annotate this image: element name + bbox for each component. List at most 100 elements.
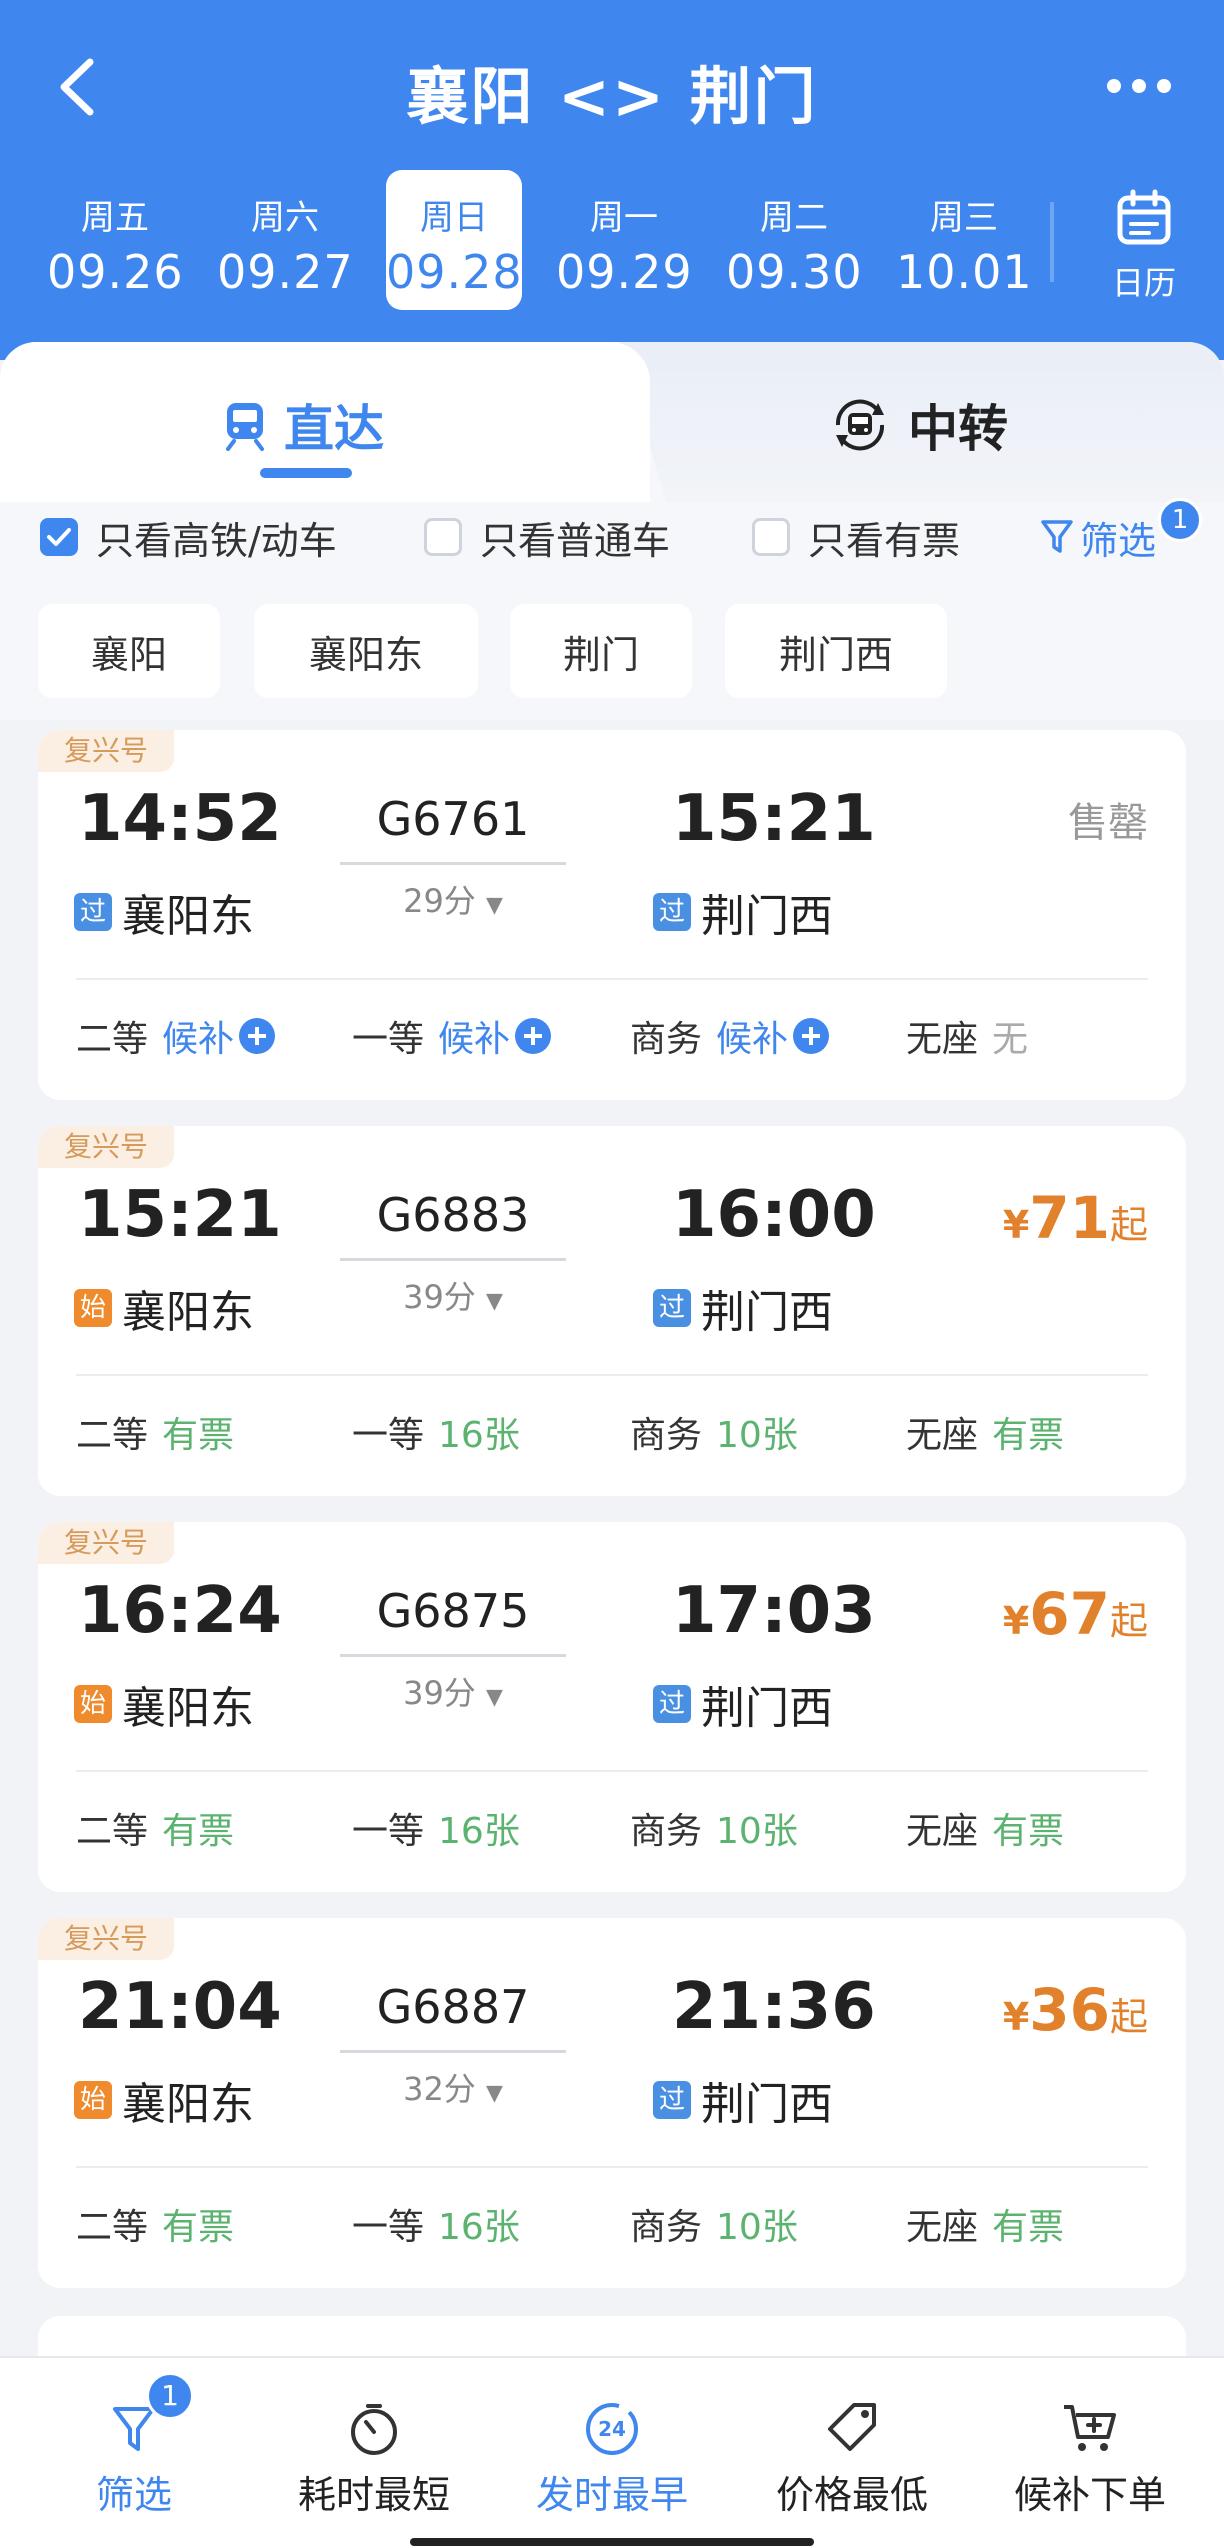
checkbox-checked-icon [40,518,78,556]
date-item[interactable]: 周一 09.29 [556,170,692,310]
station-chip[interactable]: 荆门西 [725,604,947,698]
station-chip[interactable]: 襄阳东 [254,604,478,698]
seat-status: 无 [992,1019,1029,1060]
sort-shortest-button[interactable]: 耗时最短 [274,2394,474,2519]
seat-class: 无座 [906,2207,979,2248]
train-card[interactable]: 复兴号 16:24 G6875 39分 ▼ 17:03 始 襄阳东 过 荆门西 … [38,1522,1186,1892]
seat-class: 一等 [352,1019,425,1060]
checkbox-icon [424,518,462,556]
seat-business-class[interactable]: 商务 10张 [630,1802,798,1854]
home-indicator [410,2538,814,2546]
date-item[interactable]: 周三 10.01 [896,170,1032,310]
train-line-divider [340,1258,566,1261]
seat-class: 商务 [630,1019,703,1060]
train-line-divider [340,1654,566,1657]
bottom-filter-badge: 1 [146,2372,194,2420]
seat-class: 一等 [352,2207,425,2248]
train-card[interactable]: 复兴号 15:21 G6883 39分 ▼ 16:00 始 襄阳东 过 荆门西 … [38,1126,1186,1496]
train-card[interactable]: 复兴号 21:04 G6887 32分 ▼ 21:36 始 襄阳东 过 荆门西 … [38,1918,1186,2288]
date-item-selected[interactable]: 周日 09.28 [386,170,522,310]
price: ¥71起 [1003,1184,1148,1252]
seat-status: 候补 [438,1019,511,1060]
station-chip[interactable]: 襄阳 [38,604,220,698]
train-card[interactable]: 复兴号 14:52 G6761 29分 ▼ 15:21 过 襄阳东 过 荆门西 … [38,730,1186,1100]
duration-text: 32分 [403,2070,476,2108]
bottom-filter-button[interactable]: 1 筛选 [34,2372,234,2519]
funnel-icon [113,2407,155,2451]
seat-first-class[interactable]: 一等 16张 [352,1406,520,1458]
duration-text: 29分 [403,882,476,920]
seat-no-seat[interactable]: 无座 有票 [906,1406,1064,1458]
high-speed-only-checkbox[interactable]: 只看高铁/动车 [40,512,337,563]
more-icon[interactable] [1104,74,1174,98]
duration-toggle[interactable]: 32分 ▼ [338,2064,568,2110]
clock-24-text: 24 [598,2417,626,2441]
tab-direct[interactable]: 直达 [222,390,384,460]
available-only-checkbox[interactable]: 只看有票 [752,512,960,563]
train-type-tag: 复兴号 [38,1126,174,1168]
calendar-button[interactable]: 日历 [1096,170,1192,310]
seat-second-class[interactable]: 二等 有票 [76,1406,234,1458]
regular-only-checkbox[interactable]: 只看普通车 [424,512,670,563]
sort-cheapest-button[interactable]: 价格最低 [752,2394,952,2519]
seat-class: 商务 [630,1811,703,1852]
date-selector: 周五 09.26 周六 09.27 周日 09.28 周一 09.29 周二 0… [0,170,1224,310]
price: ¥36起 [1003,1976,1148,2044]
date-item[interactable]: 周五 09.26 [47,170,183,310]
seat-no-seat[interactable]: 无座 有票 [906,1802,1064,1854]
seat-second-class[interactable]: 二等 候补 [76,1010,276,1062]
station-chip[interactable]: 荆门 [510,604,692,698]
seat-second-class[interactable]: 二等 有票 [76,2198,234,2250]
train-line-divider [340,2050,566,2053]
seat-business-class[interactable]: 商务 候补 [630,1010,830,1062]
pass-through-mark: 过 [653,1289,691,1327]
high-speed-only-label: 只看高铁/动车 [96,518,337,563]
duration-toggle[interactable]: 39分 ▼ [338,1272,568,1318]
seat-no-seat[interactable]: 无座 无 [906,1010,1028,1062]
seat-class: 二等 [76,2207,149,2248]
tab-transfer[interactable]: 中转 [828,390,1008,460]
plus-circle-icon [239,1018,276,1054]
sort-earliest-button[interactable]: 24 发时最早 [512,2394,712,2519]
duration-toggle[interactable]: 29分 ▼ [338,876,568,922]
train-icon [226,403,264,451]
seat-second-class[interactable]: 二等 有票 [76,1802,234,1854]
tab-transfer-label: 中转 [908,400,1008,458]
bottom-filter-label: 筛选 [95,2473,172,2517]
seat-status: 10张 [716,1811,798,1852]
seat-no-seat[interactable]: 无座 有票 [906,2198,1064,2250]
arrival-time: 16:00 [672,1178,876,1252]
seat-class: 一等 [352,1415,425,1456]
price-currency: ¥ [1002,1599,1030,1643]
seat-first-class[interactable]: 一等 候补 [352,1010,552,1062]
date-weekday: 周五 [81,198,149,238]
pass-through-mark: 过 [653,893,691,931]
duration-text: 39分 [403,1674,476,1712]
date-item[interactable]: 周六 09.27 [217,170,353,310]
date-weekday: 周日 [420,198,488,238]
duration-toggle[interactable]: 39分 ▼ [338,1668,568,1714]
seat-business-class[interactable]: 商务 10张 [630,1406,798,1458]
seat-status: 有票 [162,1811,235,1852]
seat-status: 16张 [438,2207,520,2248]
seat-first-class[interactable]: 一等 16张 [352,2198,520,2250]
date-item[interactable]: 周二 09.30 [726,170,862,310]
stopwatch-icon [351,2404,397,2455]
checkbox-icon [752,518,790,556]
seat-status: 候补 [162,1019,235,1060]
seat-status: 16张 [438,1811,520,1852]
filter-button[interactable]: 筛选 1 [1040,498,1202,563]
card-divider [76,2166,1148,2168]
seat-class: 无座 [906,1415,979,1456]
seat-class: 商务 [630,1415,703,1456]
pass-through-mark: 过 [653,2081,691,2119]
date-value: 09.30 [726,245,863,299]
seat-business-class[interactable]: 商务 10张 [630,2198,798,2250]
cart-plus-icon [1064,2405,1116,2451]
seat-first-class[interactable]: 一等 16张 [352,1802,520,1854]
calendar-icon [1117,189,1171,245]
arrival-station: 过 荆门西 [653,1672,833,1736]
seat-class: 二等 [76,1019,149,1060]
waitlist-order-button[interactable]: 候补下单 [990,2394,1190,2519]
departure-time: 14:52 [78,782,282,856]
